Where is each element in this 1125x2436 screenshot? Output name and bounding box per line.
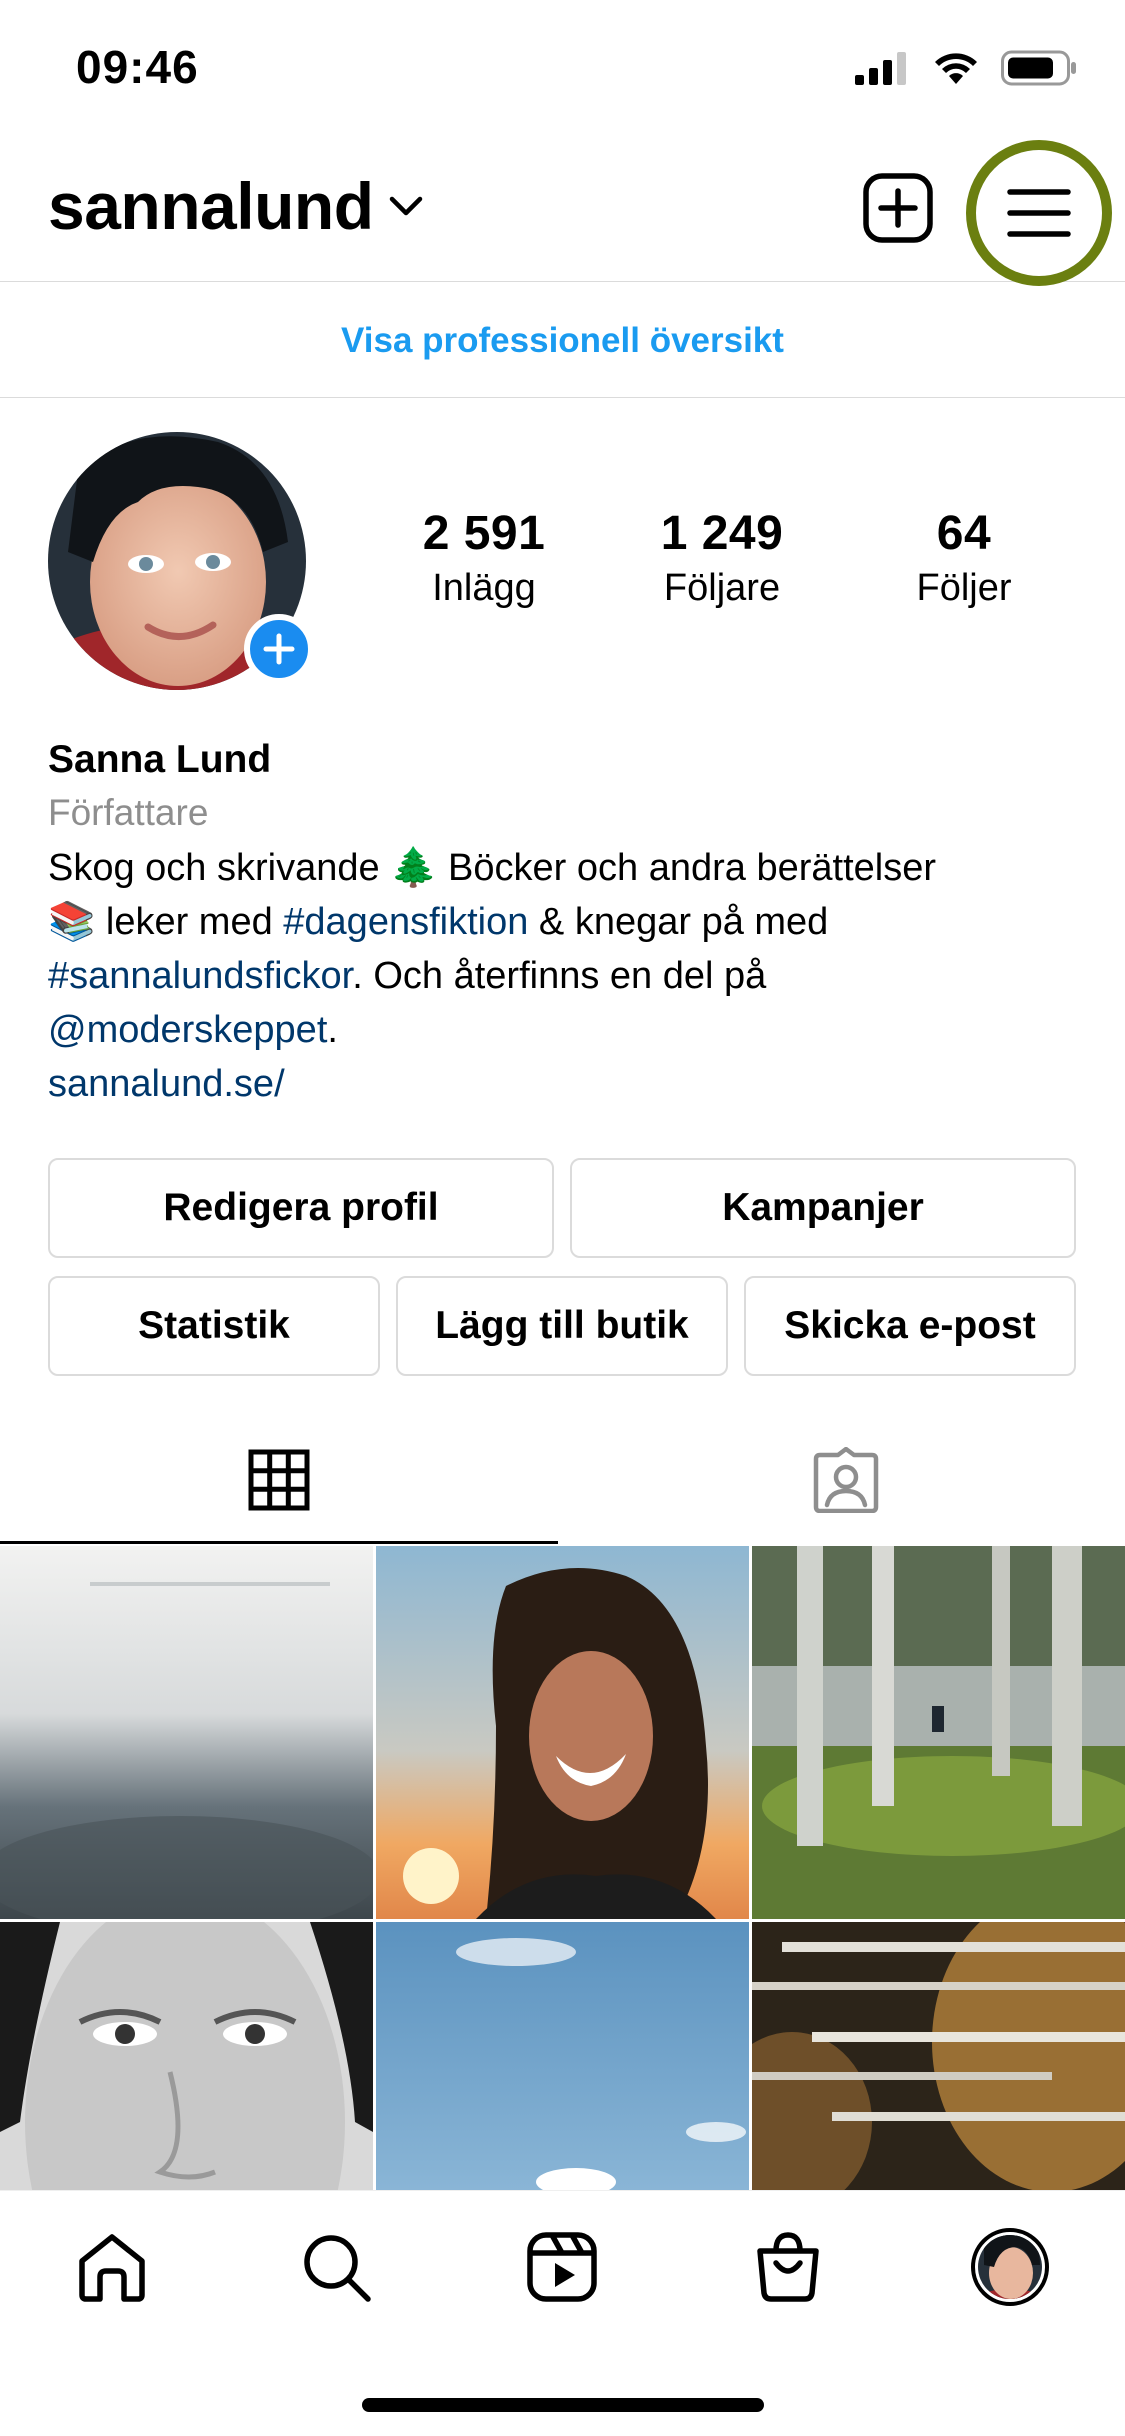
following-stat[interactable]: 64 Följer (854, 506, 1074, 610)
website-link[interactable]: sannalund.se/ (48, 1057, 1088, 1111)
profile-bio: Sanna Lund Författare Skog och skrivande… (48, 735, 1088, 1111)
profile-username[interactable]: sannalund (48, 168, 374, 244)
hashtag-link[interactable]: #dagensfiktion (283, 901, 528, 943)
post-image (0, 1922, 373, 2191)
promotions-button[interactable]: Kampanjer (570, 1158, 1076, 1258)
bio-text: . Och återfinns en del på (352, 955, 767, 997)
post-thumbnail[interactable] (376, 1546, 749, 1919)
posts-count[interactable]: 2 591 (374, 506, 594, 561)
followers-label[interactable]: Följare (612, 567, 832, 610)
menu-button[interactable] (966, 140, 1112, 286)
active-tab-indicator (0, 1541, 558, 1544)
bio-text: 📚 leker med (48, 901, 284, 943)
hamburger-menu-icon[interactable] (1007, 188, 1071, 238)
bio-line-3: #sannalundsfickor. Och återfinns en del … (48, 949, 1088, 1003)
account-switcher[interactable]: sannalund (48, 168, 424, 244)
post-image (752, 1922, 1125, 2191)
grid-icon[interactable] (248, 1449, 310, 1511)
mention-link[interactable]: @moderskeppet (48, 1009, 327, 1051)
following-label[interactable]: Följer (854, 567, 1074, 610)
tab-grid[interactable] (0, 1415, 558, 1545)
post-thumbnail[interactable] (376, 1922, 749, 2191)
profile-avatar-icon[interactable] (970, 2227, 1050, 2307)
wifi-icon (935, 53, 977, 84)
following-count[interactable]: 64 (854, 506, 1074, 561)
post-thumbnail[interactable] (752, 1922, 1125, 2191)
bio-text: & knegar på med (528, 901, 829, 943)
profile-display-name: Sanna Lund (48, 738, 272, 781)
post-thumbnail[interactable] (0, 1546, 373, 1919)
promotions-label[interactable]: Kampanjer (722, 1186, 924, 1230)
followers-count[interactable]: 1 249 (612, 506, 832, 561)
edit-profile-label[interactable]: Redigera profil (163, 1186, 438, 1230)
add-story-button[interactable] (244, 614, 314, 684)
posts-grid (0, 1546, 1125, 2191)
create-button[interactable] (862, 172, 934, 244)
post-image (752, 1546, 1125, 1919)
edit-profile-button[interactable]: Redigera profil (48, 1158, 554, 1258)
bio-line-4: @moderskeppet. (48, 1003, 1088, 1057)
email-button[interactable]: Skicka e-post (744, 1276, 1076, 1376)
professional-dashboard-link[interactable]: Visa professionell översikt (0, 284, 1125, 398)
profile-tabs (0, 1415, 1125, 1545)
posts-label[interactable]: Inlägg (374, 567, 594, 610)
shopping-bag-icon[interactable] (752, 2231, 824, 2303)
insights-button[interactable]: Statistik (48, 1276, 380, 1376)
post-image (376, 1546, 749, 1919)
insights-label[interactable]: Statistik (138, 1304, 290, 1348)
home-icon[interactable] (76, 2231, 148, 2303)
chevron-down-icon[interactable] (388, 194, 424, 218)
post-thumbnail[interactable] (752, 1546, 1125, 1919)
cellular-signal-icon (855, 52, 906, 85)
status-bar: 09:46 (0, 0, 1125, 140)
battery-icon (1001, 50, 1076, 86)
followers-stat[interactable]: 1 249 Följare (612, 506, 832, 610)
tagged-person-icon[interactable] (812, 1447, 880, 1513)
posts-stat[interactable]: 2 591 Inlägg (374, 506, 594, 610)
profile-header: sannalund (0, 140, 1125, 286)
professional-dashboard-label[interactable]: Visa professionell översikt (341, 321, 784, 361)
nav-home[interactable] (72, 2227, 152, 2307)
status-time: 09:46 (76, 41, 199, 93)
plus-icon[interactable] (262, 632, 296, 666)
nav-shop[interactable] (748, 2227, 828, 2307)
add-shop-button[interactable]: Lägg till butik (396, 1276, 728, 1376)
hashtag-link[interactable]: #sannalundsfickor (48, 955, 352, 997)
bio-line-2: 📚 leker med #dagensfiktion & knegar på m… (48, 895, 1088, 949)
email-label[interactable]: Skicka e-post (784, 1304, 1035, 1348)
search-icon[interactable] (300, 2231, 372, 2303)
plus-square-icon[interactable] (862, 172, 934, 244)
home-indicator (362, 2398, 764, 2412)
status-icons (855, 50, 1077, 86)
add-shop-label[interactable]: Lägg till butik (435, 1304, 688, 1348)
bio-line-1: Skog och skrivande 🌲 Böcker och andra be… (48, 847, 936, 889)
reels-icon[interactable] (526, 2231, 598, 2303)
nav-profile[interactable] (970, 2227, 1050, 2307)
tab-tagged[interactable] (567, 1415, 1125, 1545)
nav-search[interactable] (296, 2227, 376, 2307)
post-image (0, 1546, 373, 1919)
profile-category: Författare (48, 792, 209, 833)
bio-text: . (327, 1009, 338, 1051)
post-thumbnail[interactable] (0, 1922, 373, 2191)
post-image (376, 1922, 749, 2191)
nav-reels[interactable] (522, 2227, 602, 2307)
